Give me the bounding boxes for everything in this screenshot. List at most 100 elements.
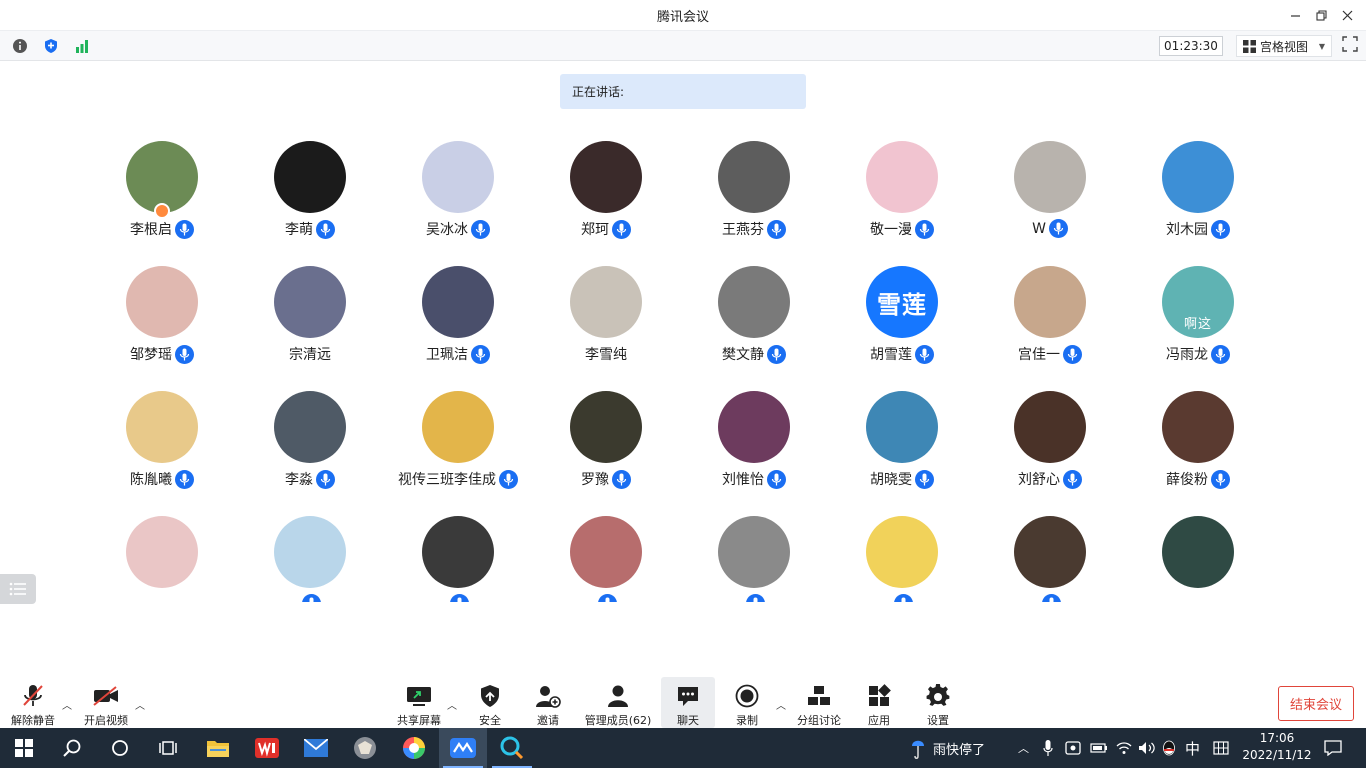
qq-icon[interactable] (1162, 728, 1176, 768)
window-title: 腾讯会议 (656, 10, 709, 25)
share-options-caret[interactable]: ︿ (447, 697, 457, 712)
notification-button[interactable] (1324, 728, 1342, 768)
apps-button[interactable]: 应用 (860, 677, 898, 728)
participant-tile[interactable] (828, 505, 976, 602)
participant-tile[interactable]: 雪莲 胡雪莲 (828, 255, 976, 375)
end-meeting-button[interactable]: 结束会议 (1278, 686, 1354, 721)
video-options-caret[interactable]: ︿ (135, 697, 145, 712)
share-screen-icon (407, 686, 431, 706)
mic-icon (598, 594, 617, 602)
participant-tile[interactable]: 视传三班李佳成 (384, 380, 532, 500)
ime-mode-icon[interactable] (1213, 728, 1229, 768)
participant-name: 樊文静 (722, 347, 764, 363)
close-button[interactable] (1336, 4, 1358, 26)
avatar (1014, 141, 1086, 213)
members-icon (608, 685, 628, 707)
participant-name-row: W (976, 219, 1124, 238)
participant-tile[interactable]: 胡晓雯 (828, 380, 976, 500)
participant-tile[interactable] (1124, 505, 1272, 602)
umbrella-icon (912, 740, 924, 759)
tray-meeting-icon[interactable] (1065, 728, 1081, 768)
breakout-button[interactable]: 分组讨论 (794, 677, 844, 728)
fullscreen-button[interactable] (1342, 36, 1358, 52)
wps-app[interactable] (243, 728, 291, 768)
participant-tile[interactable]: 李雪纯 (532, 255, 680, 375)
clock-time: 17:06 (1259, 731, 1295, 745)
participant-tile[interactable]: 李根启 (88, 130, 236, 250)
battery-icon[interactable] (1090, 728, 1108, 768)
participant-tile[interactable]: 薛俊粉 (1124, 380, 1272, 500)
file-explorer-app[interactable] (194, 728, 242, 768)
manage-members-button[interactable]: 管理成员(62) (582, 677, 654, 728)
participant-tile[interactable]: 啊这 冯雨龙 (1124, 255, 1272, 375)
participant-tile[interactable]: 刘木园 (1124, 130, 1272, 250)
record-button[interactable]: 录制 (727, 677, 767, 728)
settings-button[interactable]: 设置 (919, 677, 957, 728)
start-video-button[interactable]: 开启视频 (81, 677, 131, 728)
signal-icon[interactable] (73, 37, 91, 55)
participant-tile[interactable]: 罗豫 (532, 380, 680, 500)
minimize-button[interactable] (1284, 4, 1306, 26)
participant-tile[interactable] (384, 505, 532, 602)
chat-button[interactable]: 聊天 (661, 677, 715, 728)
participant-tile[interactable]: 刘舒心 (976, 380, 1124, 500)
photo-app[interactable] (341, 728, 389, 768)
shield-icon (481, 684, 499, 707)
participant-tile[interactable]: 宫佳一 (976, 255, 1124, 375)
view-mode-dropdown[interactable]: 宫格视图 ▼ (1236, 35, 1332, 57)
color-app[interactable] (390, 728, 438, 768)
participant-tile[interactable]: 敬一漫 (828, 130, 976, 250)
windows-logo-icon (15, 739, 33, 757)
audio-options-caret[interactable]: ︿ (62, 697, 72, 712)
participant-tile[interactable]: 李萌 (236, 130, 384, 250)
participant-tile[interactable]: 李淼 (236, 380, 384, 500)
tray-mic-icon[interactable] (1043, 728, 1053, 768)
record-options-caret[interactable]: ︿ (776, 697, 786, 712)
avatar (422, 516, 494, 588)
share-screen-button[interactable]: 共享屏幕 (395, 677, 443, 728)
task-view-button[interactable] (144, 728, 192, 768)
participant-tile[interactable]: 邹梦瑶 (88, 255, 236, 375)
search-app[interactable] (488, 728, 536, 768)
video-off-icon (93, 685, 118, 706)
participant-tile[interactable] (236, 505, 384, 602)
tencent-meeting-app[interactable] (439, 728, 487, 768)
taskbar-search-button[interactable] (48, 728, 96, 768)
participant-tile[interactable] (88, 505, 236, 602)
start-button[interactable] (0, 728, 48, 768)
avatar (866, 391, 938, 463)
participant-name-row: 刘木园 (1124, 219, 1272, 239)
participant-name-row: 冯雨龙 (1124, 344, 1272, 364)
system-clock[interactable]: 17:06 2022/11/12 (1238, 730, 1316, 764)
participant-tile[interactable] (680, 505, 828, 602)
participant-name-row: 王燕芬 (680, 219, 828, 239)
mail-app[interactable] (292, 728, 340, 768)
ime-indicator[interactable]: 中 (1185, 728, 1200, 768)
wps-icon (255, 738, 279, 758)
participant-tile[interactable] (976, 505, 1124, 602)
weather-widget[interactable]: 雨快停了 (911, 728, 985, 768)
participant-tile[interactable]: 卫珮洁 (384, 255, 532, 375)
wifi-icon[interactable] (1116, 728, 1132, 768)
avatar (274, 141, 346, 213)
participant-tile[interactable]: W (976, 130, 1124, 250)
unmute-button[interactable]: 解除静音 (8, 677, 58, 728)
participant-tile[interactable]: 刘惟怡 (680, 380, 828, 500)
participant-tile[interactable] (532, 505, 680, 602)
member-list-toggle[interactable] (0, 574, 36, 604)
restore-button[interactable] (1310, 4, 1332, 26)
security-shield-icon[interactable] (42, 37, 60, 55)
volume-icon[interactable] (1138, 728, 1156, 768)
cortana-button[interactable] (96, 728, 144, 768)
participant-tile[interactable]: 陈胤曦 (88, 380, 236, 500)
participant-tile[interactable]: 宗清远 (236, 255, 384, 375)
tray-expand[interactable]: ︿ (1018, 728, 1029, 768)
mic-icon (612, 219, 631, 239)
invite-button[interactable]: 邀请 (528, 677, 568, 728)
info-icon[interactable] (11, 37, 29, 55)
participant-tile[interactable]: 吴冰冰 (384, 130, 532, 250)
security-button[interactable]: 安全 (470, 677, 510, 728)
participant-tile[interactable]: 王燕芬 (680, 130, 828, 250)
participant-tile[interactable]: 樊文静 (680, 255, 828, 375)
participant-tile[interactable]: 郑珂 (532, 130, 680, 250)
